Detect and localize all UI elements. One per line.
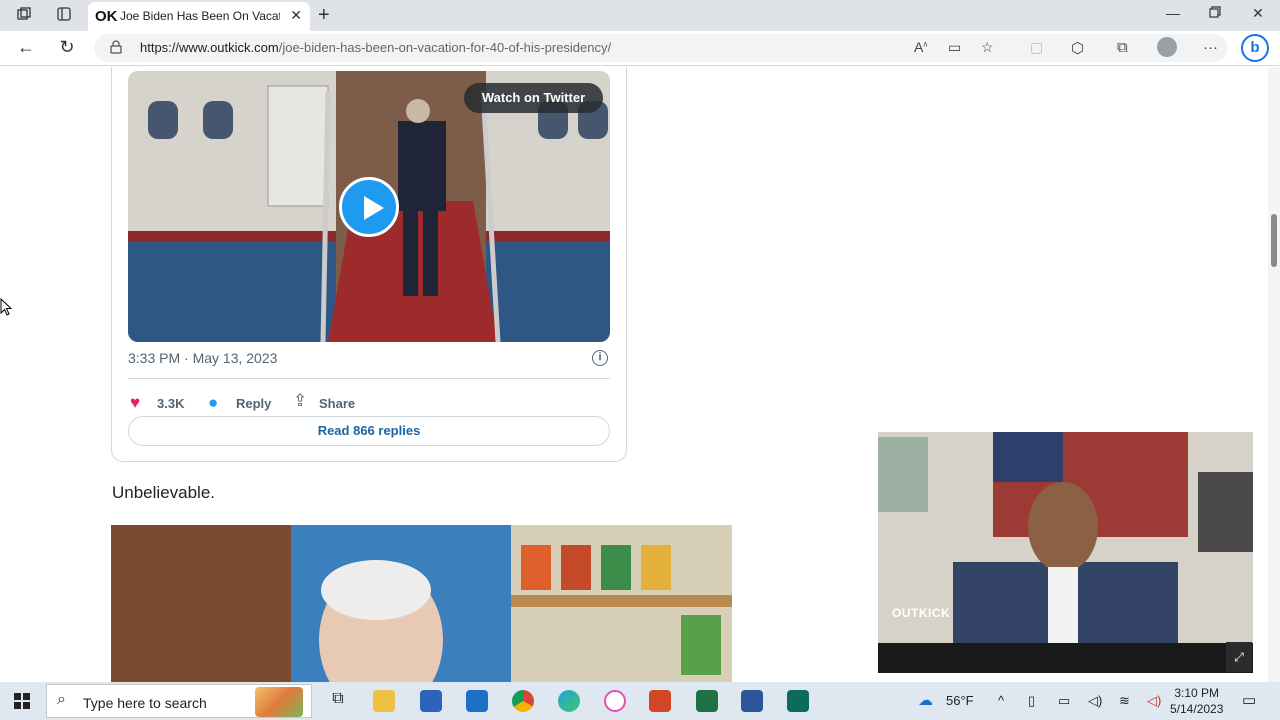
close-icon[interactable]: ✕ (290, 7, 302, 24)
search-placeholder: Type here to search (83, 695, 207, 711)
chrome-icon[interactable] (512, 690, 534, 712)
extensions-icon[interactable]: ⬡ (1071, 39, 1084, 57)
maximize-icon[interactable] (1205, 5, 1225, 21)
battery-icon[interactable]: ▭ (1058, 693, 1070, 709)
like-count[interactable]: 3.3K (157, 396, 184, 411)
back-icon[interactable]: ← (15, 37, 37, 58)
weather-temp[interactable]: 56°F (946, 693, 974, 708)
task-view-icon[interactable]: ⧉ (327, 690, 349, 712)
device-icon[interactable]: ▯ (1028, 693, 1035, 709)
favorite-icon[interactable]: ☆ (981, 39, 994, 56)
article-image (111, 525, 732, 682)
read-aloud-icon[interactable]: Aʌ (914, 39, 927, 55)
mail-icon[interactable] (466, 690, 488, 712)
edge-icon[interactable] (558, 690, 580, 712)
itunes-icon[interactable] (604, 690, 626, 712)
windows-start-icon[interactable] (14, 693, 30, 709)
lock-icon[interactable] (110, 40, 122, 54)
picture-in-picture-video[interactable]: OUTKICK ⤢ (878, 432, 1253, 673)
search-icon: ⌕ (57, 691, 66, 708)
scrollbar[interactable] (1268, 67, 1280, 682)
url-text[interactable]: https://www.outkick.com/joe-biden-has-be… (140, 40, 611, 55)
excel-icon[interactable] (696, 690, 718, 712)
browser-toolbar: ← ↻ https://www.outkick.com/joe-biden-ha… (0, 31, 1280, 66)
tab-strip: OK Joe Biden Has Been On Vacation ✕ + — … (0, 0, 1280, 31)
speaker-icon[interactable]: ◁) (1088, 693, 1102, 709)
address-bar[interactable]: https://www.outkick.com/joe-biden-has-be… (94, 34, 1228, 62)
read-replies-button[interactable]: Read 866 replies (128, 416, 610, 446)
powerpoint-icon[interactable] (649, 690, 671, 712)
collections-icon[interactable]: ⧉ (1117, 39, 1128, 56)
notification-icon[interactable]: ▭ (1242, 691, 1256, 709)
article-paragraph: Unbelievable. (112, 483, 216, 502)
expand-icon[interactable]: ⤢ (1226, 642, 1252, 672)
scroll-thumb[interactable] (1271, 214, 1277, 267)
tweet-timestamp[interactable]: 3:33 PM · May 13, 2023 (128, 350, 277, 366)
word-icon[interactable] (741, 690, 763, 712)
outkick-favicon: OK (95, 8, 118, 25)
divider (128, 378, 610, 379)
mouse-cursor-icon (0, 297, 13, 321)
active-tab[interactable]: OK Joe Biden Has Been On Vacation ✕ (88, 2, 310, 31)
search-highlight-icon (255, 687, 303, 717)
minimize-icon[interactable]: — (1163, 5, 1183, 21)
refresh-icon[interactable]: ↻ (56, 37, 78, 58)
extension-icon[interactable]: ▢ (1030, 39, 1043, 56)
reply-button[interactable]: Reply (236, 396, 271, 411)
share-icon[interactable]: ⇪ (293, 391, 307, 411)
tab-actions-icon[interactable] (55, 6, 73, 24)
play-icon[interactable] (339, 177, 399, 237)
system-clock[interactable]: 3:10 PM 5/14/2023 (1170, 685, 1223, 717)
embedded-tweet: Watch on Twitter 3:33 PM · May 13, 2023 … (111, 67, 627, 462)
file-explorer-icon[interactable] (373, 690, 395, 712)
store-icon[interactable] (420, 690, 442, 712)
tweet-video[interactable]: Watch on Twitter (128, 71, 610, 342)
new-tab-icon[interactable]: + (318, 4, 330, 27)
weather-icon[interactable]: ☁ (918, 691, 933, 709)
wifi-icon[interactable]: ≋ (1119, 693, 1130, 709)
bing-icon[interactable]: b (1241, 34, 1269, 62)
reply-icon[interactable]: ● (208, 393, 218, 413)
profile-icon[interactable] (1157, 37, 1177, 57)
taskbar-search[interactable]: ⌕ Type here to search (46, 684, 312, 718)
watch-on-twitter-button[interactable]: Watch on Twitter (464, 83, 603, 113)
chevron-up-icon[interactable]: ^ (998, 693, 1004, 708)
info-icon[interactable]: i (592, 350, 608, 366)
outkick-logo: OUTKICK (892, 606, 951, 620)
web-page: Watch on Twitter 3:33 PM · May 13, 2023 … (0, 67, 1268, 682)
share-button[interactable]: Share (319, 396, 355, 411)
clock-time: 3:10 PM (1174, 686, 1220, 700)
clock-date: 5/14/2023 (1170, 702, 1224, 716)
heart-icon[interactable]: ♥ (130, 393, 140, 413)
reader-view-icon[interactable]: ▭ (948, 39, 961, 56)
more-icon[interactable]: ··· (1203, 39, 1218, 56)
taskbar: ⌕ Type here to search ⧉ ☁ 56°F ^ ▯ ▭ ◁) … (0, 682, 1280, 720)
workspaces-icon[interactable] (15, 6, 33, 24)
tab-title: Joe Biden Has Been On Vacation (120, 9, 280, 23)
close-window-icon[interactable]: ✕ (1248, 5, 1268, 22)
media-app-icon[interactable] (787, 690, 809, 712)
volume-icon[interactable]: ◁) (1147, 693, 1161, 709)
